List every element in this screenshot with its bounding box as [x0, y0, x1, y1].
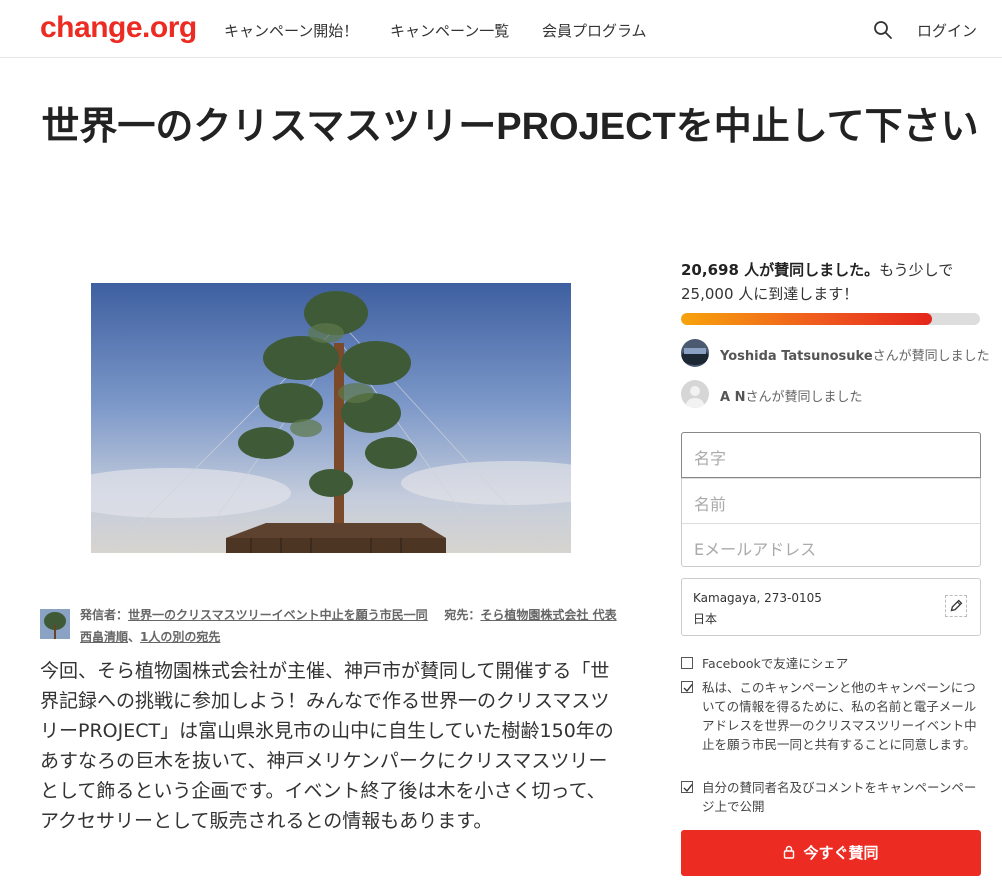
data-sharing-checkbox[interactable]: [681, 681, 693, 693]
location-city: Kamagaya, 273-0105: [693, 591, 822, 605]
recent-signer: A Nさんが賛同しました: [681, 380, 981, 410]
facebook-share-label: Facebookで友達にシェア: [702, 656, 849, 671]
email-field[interactable]: Eメールアドレス: [682, 523, 980, 568]
signature-count: 20,698 人が賛同しました。もう少しで 25,000 人に到達します！: [681, 258, 981, 306]
login-link[interactable]: ログイン: [917, 20, 977, 41]
location-box[interactable]: Kamagaya, 273-0105 日本: [681, 578, 981, 636]
default-avatar-icon: [681, 380, 709, 408]
campaign-description: 今回、そら植物園株式会社が主催、神戸市が賛同して開催する「世界記録への挑戦に参加…: [40, 660, 614, 832]
signer-suffix: さんが賛同しました: [872, 349, 990, 364]
sign-button-label: 今すぐ賛同: [803, 844, 879, 862]
recent-signer: Yoshida Tatsunosukeさんが賛同しました: [681, 339, 990, 369]
other-targets-link[interactable]: 1人の別の宛先: [140, 630, 220, 644]
signer-suffix: さんが賛同しました: [745, 390, 863, 405]
campaign-image: [91, 283, 571, 553]
location-country: 日本: [693, 612, 718, 626]
data-sharing-label: 私は、このキャンペーンと他のキャンペーンについての情報を得るために、私の名前と電…: [702, 680, 977, 752]
site-header: change.org キャンペーン開始！ キャンペーン一覧 会員プログラム ログ…: [0, 0, 1002, 58]
logo[interactable]: change.org: [40, 11, 197, 45]
signer-avatar: [681, 339, 709, 367]
progress-fill: [681, 313, 933, 325]
edit-location-icon[interactable]: [945, 595, 967, 617]
sign-button[interactable]: 今すぐ賛同: [681, 830, 981, 876]
nav-membership[interactable]: 会員プログラム: [542, 20, 647, 41]
nav-browse-campaigns[interactable]: キャンペーン一覧: [390, 20, 509, 41]
author-link[interactable]: 世界一のクリスマスツリーイベント中止を願う市民一同: [128, 608, 428, 622]
signature-count-bold: 20,698 人が賛同しました。: [681, 261, 880, 279]
display-name-label: 自分の賛同者名及びコメントをキャンペーンページ上で公開: [702, 780, 977, 814]
progress-bar: [681, 313, 980, 325]
nav-start-campaign[interactable]: キャンペーン開始！: [224, 20, 358, 41]
target-label: 宛先：: [444, 608, 481, 622]
author-line: 発信者：世界一のクリスマスツリーイベント中止を願う市民一同 宛先：そら植物園株式…: [80, 608, 617, 644]
display-name-checkbox[interactable]: [681, 781, 693, 793]
signer-name: Yoshida Tatsunosuke: [720, 349, 873, 364]
facebook-share-option[interactable]: Facebookで友達にシェア: [681, 654, 981, 673]
signer-name: A N: [720, 390, 746, 405]
facebook-share-checkbox[interactable]: [681, 657, 693, 669]
lock-icon: [784, 845, 795, 859]
data-sharing-option[interactable]: 私は、このキャンペーンと他のキャンペーンについての情報を得るために、私の名前と電…: [681, 678, 981, 754]
author-avatar: [40, 609, 70, 639]
sign-form: 名字 名前 Eメールアドレス: [681, 432, 981, 567]
page-title: 世界一のクリスマスツリーPROJECTを中止して下さい: [41, 106, 979, 148]
first-name-field[interactable]: 名前: [682, 478, 980, 523]
last-name-field[interactable]: 名字: [681, 432, 981, 478]
search-icon[interactable]: [873, 20, 893, 40]
author-label: 発信者：: [80, 608, 129, 622]
display-name-option[interactable]: 自分の賛同者名及びコメントをキャンペーンページ上で公開: [681, 778, 981, 816]
